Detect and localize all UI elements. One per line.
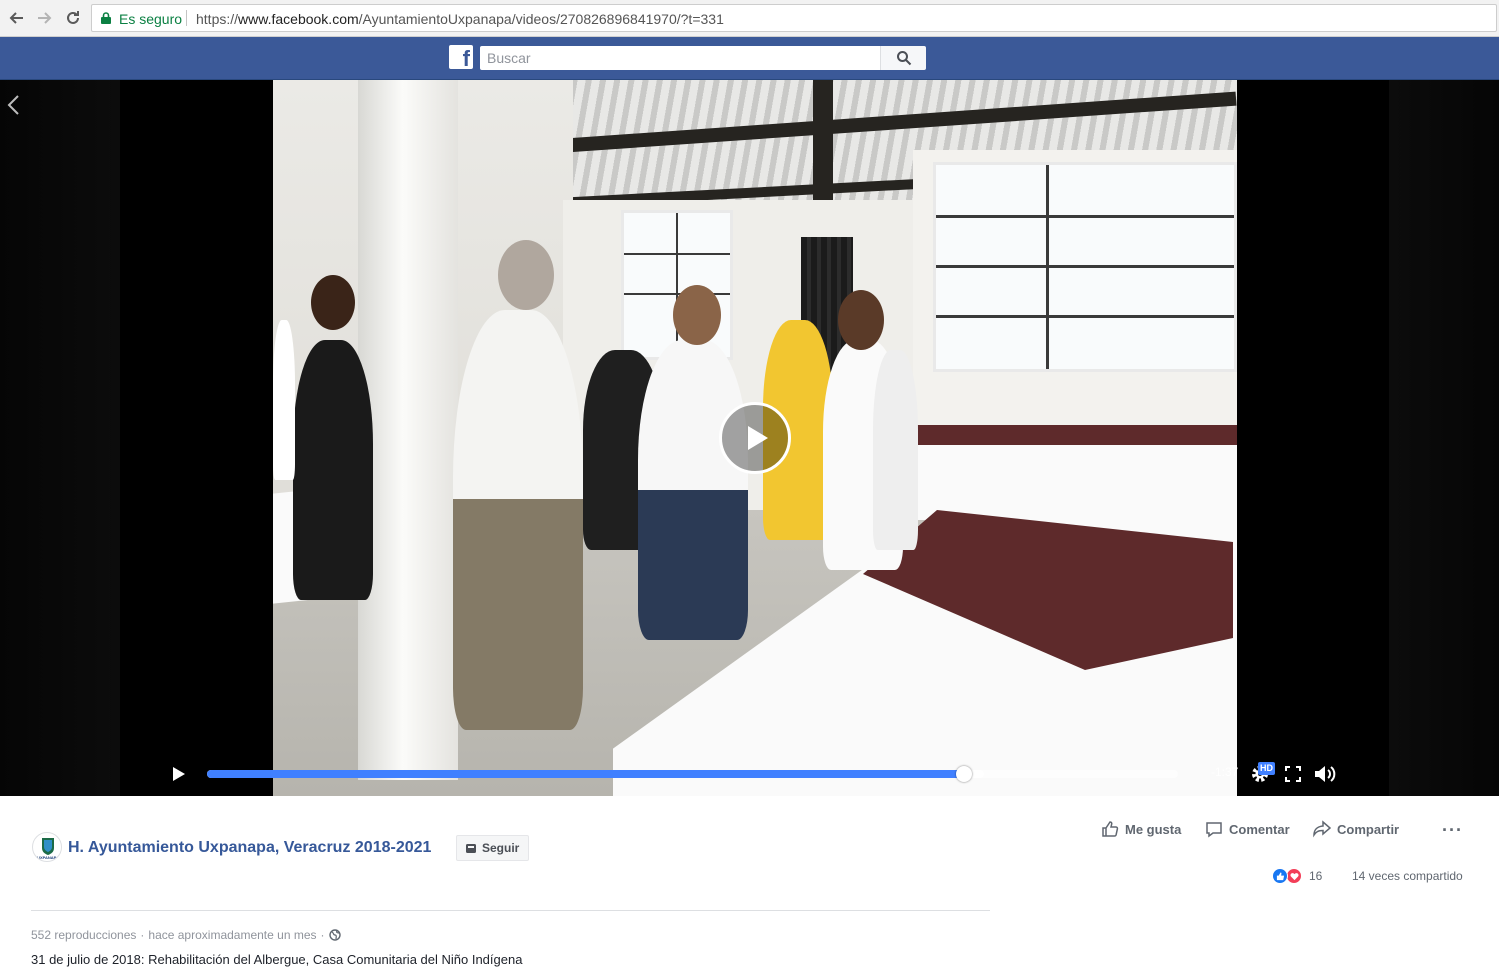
post-meta: 552 reproducciones · hace aproximadament… xyxy=(31,928,341,942)
remaining-time: -1:37 xyxy=(1211,765,1239,779)
share-label: Compartir xyxy=(1337,821,1400,837)
scene-person xyxy=(453,310,583,730)
video-description: 31 de julio de 2018: Rehabilitación del … xyxy=(31,952,523,967)
post-info: UXPANAPA H. Ayuntamiento Uxpanapa, Verac… xyxy=(0,796,1499,967)
volume-button[interactable] xyxy=(1314,763,1336,785)
page-avatar[interactable]: UXPANAPA xyxy=(32,832,62,862)
facebook-logo-letter: f xyxy=(462,46,470,71)
facebook-logo[interactable]: f xyxy=(449,45,473,71)
url-text[interactable]: https://www.facebook.com/AyuntamientoUxp… xyxy=(196,11,724,27)
big-play-button[interactable] xyxy=(719,402,791,474)
avatar-label: UXPANAPA xyxy=(37,855,59,860)
reaction-count[interactable]: 16 xyxy=(1309,869,1322,883)
post-timestamp[interactable]: hace aproximadamente un mes xyxy=(148,928,316,942)
play-icon xyxy=(748,426,768,450)
comment-button[interactable]: Comentar xyxy=(1205,820,1290,838)
chevron-left-icon[interactable] xyxy=(6,94,22,116)
arrow-right-icon xyxy=(38,12,52,24)
divider xyxy=(31,910,990,911)
video-stage: -1:37 HD xyxy=(0,80,1499,796)
scene-window xyxy=(621,210,733,360)
hd-badge: HD xyxy=(1258,762,1275,775)
scene-window xyxy=(933,162,1237,372)
scene-person xyxy=(873,350,918,550)
share-icon xyxy=(1313,820,1331,838)
browser-toolbar: Es seguro https://www.facebook.com/Ayunt… xyxy=(0,0,1499,37)
address-divider xyxy=(186,10,187,26)
scene-tablecloth xyxy=(913,425,1237,445)
follow-label: Seguir xyxy=(482,841,520,855)
scene-person-head xyxy=(838,290,884,350)
lock-icon xyxy=(101,12,111,24)
facebook-header: f xyxy=(0,37,1499,80)
meta-separator: · xyxy=(320,928,325,942)
like-reaction-icon xyxy=(1272,868,1288,884)
address-bar[interactable]: Es seguro https://www.facebook.com/Ayunt… xyxy=(91,4,1497,32)
scene-person-head xyxy=(498,240,554,310)
arrow-left-icon xyxy=(9,12,23,24)
fullscreen-button[interactable] xyxy=(1282,763,1304,785)
reload-button[interactable] xyxy=(62,7,84,29)
municipality-logo-icon: UXPANAPA xyxy=(37,838,59,860)
url-path: /AyuntamientoUxpanapa/videos/27082689684… xyxy=(358,11,724,27)
comment-label: Comentar xyxy=(1229,821,1290,837)
back-button[interactable] xyxy=(6,7,28,29)
scene-beam xyxy=(813,80,833,200)
scene-person xyxy=(293,340,373,600)
view-count: 552 reproducciones xyxy=(31,928,137,942)
progress-played xyxy=(207,770,965,778)
search-icon xyxy=(896,51,911,66)
follow-button[interactable]: Seguir xyxy=(456,835,530,861)
secure-label: Es seguro xyxy=(119,11,183,27)
like-label: Me gusta xyxy=(1125,821,1182,837)
scene-pillar xyxy=(358,80,458,780)
video-progress-bar[interactable] xyxy=(207,766,1178,782)
more-options-icon[interactable]: ··· xyxy=(1442,820,1463,841)
meta-separator: · xyxy=(140,928,145,942)
search-button[interactable] xyxy=(880,46,926,70)
search-input[interactable] xyxy=(480,46,881,70)
forward-button[interactable] xyxy=(33,7,55,29)
stage-side-right xyxy=(1389,80,1499,796)
url-scheme: https:// xyxy=(196,11,239,27)
like-button[interactable]: Me gusta xyxy=(1101,820,1181,838)
scene-person xyxy=(638,340,748,640)
page-name-link[interactable]: H. Ayuntamiento Uxpanapa, Veracruz 2018-… xyxy=(68,839,431,857)
thumbs-up-icon xyxy=(1102,821,1119,837)
love-reaction-icon xyxy=(1286,868,1302,884)
reaction-icons[interactable] xyxy=(1272,868,1306,884)
url-host: www.facebook.com xyxy=(238,11,359,27)
scene-person xyxy=(273,320,295,480)
play-control-icon[interactable] xyxy=(170,766,186,782)
share-count[interactable]: 14 veces compartido xyxy=(1352,869,1463,883)
fullscreen-icon xyxy=(1285,766,1301,782)
globe-icon xyxy=(328,929,341,941)
share-button[interactable]: Compartir xyxy=(1313,820,1399,838)
stage-side-left xyxy=(0,80,120,796)
scene-person-head xyxy=(673,285,721,345)
comment-icon xyxy=(1206,822,1222,838)
reload-icon xyxy=(67,11,79,24)
follow-icon xyxy=(466,844,476,853)
volume-icon xyxy=(1315,766,1336,782)
scene-person-head xyxy=(311,275,355,330)
